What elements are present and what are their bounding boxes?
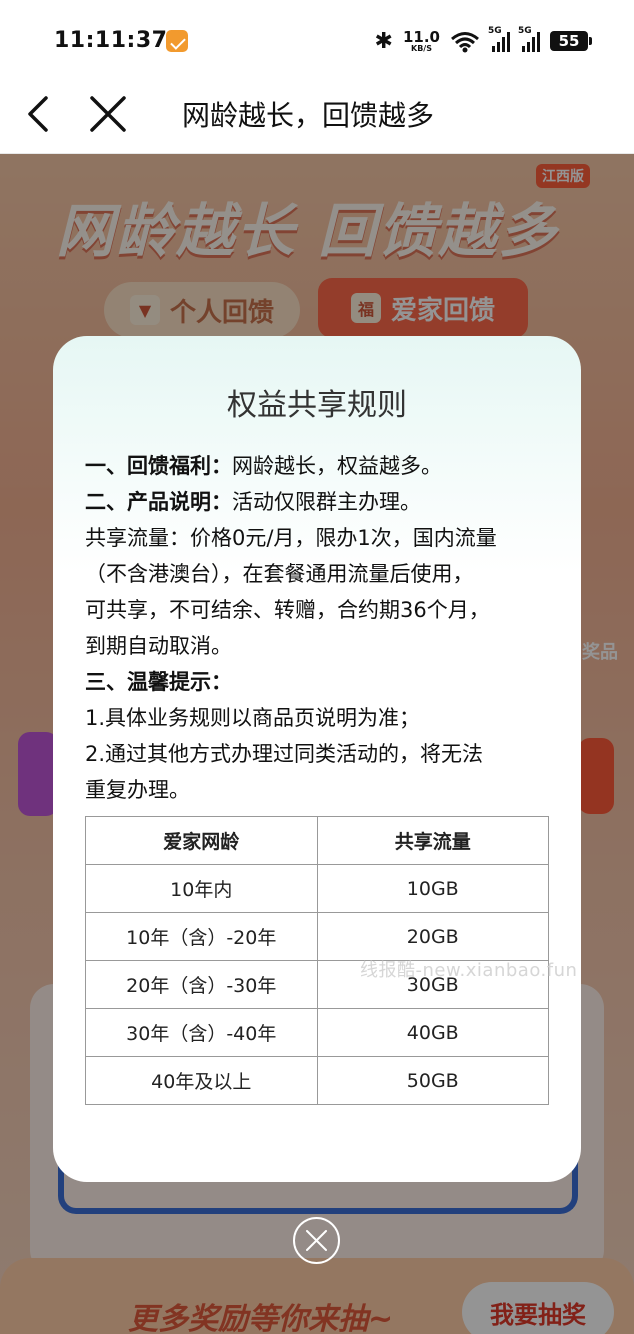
close-page-button[interactable] <box>86 92 130 136</box>
network-speed: 11.0 KB/S <box>402 27 440 53</box>
rule-desc-line: 共享流量：价格0元/月，限办1次，国内流量 <box>85 526 497 550</box>
bluetooth-icon: ✱ <box>374 28 393 54</box>
rules-modal: 权益共享规则 一、回馈福利：网龄越长，权益越多。 二、产品说明：活动仅限群主办理… <box>53 336 581 1182</box>
modal-close-button[interactable] <box>293 1217 340 1264</box>
table-header-data: 共享流量 <box>316 816 549 865</box>
table-header-age: 爱家网龄 <box>85 816 318 865</box>
rule-desc-line: 到期自动取消。 <box>85 634 232 658</box>
table-row: 10年内 10GB <box>85 864 549 913</box>
signal-icon-2: 5G <box>518 26 540 52</box>
table-row: 30年（含）-40年 40GB <box>85 1008 549 1057</box>
rule-tip: 1.具体业务规则以商品页说明为准； <box>85 706 421 730</box>
wifi-icon <box>450 31 480 53</box>
rule-desc-line: 可共享，不可结余、转赠，合约期36个月， <box>85 598 490 622</box>
close-icon <box>90 96 126 132</box>
rule-section-3: 三、温馨提示： <box>85 670 232 694</box>
close-icon <box>306 1230 327 1251</box>
rules-text: 一、回馈福利：网龄越长，权益越多。 二、产品说明：活动仅限群主办理。 共享流量：… <box>85 448 555 808</box>
status-bar: 11:11:37 ✱ 11.0 KB/S 5G 5G 55 <box>0 0 634 78</box>
back-button[interactable] <box>18 92 62 136</box>
rule-tip: 2.通过其他方式办理过同类活动的，将无法 <box>85 742 484 766</box>
nav-bar: 网龄越长，回馈越多 <box>0 78 634 154</box>
chevron-left-icon <box>28 96 48 132</box>
rule-desc-line: （不含港澳台），在套餐通用流量后使用， <box>85 562 474 586</box>
rule-tip: 重复办理。 <box>85 778 190 802</box>
signal-icon: 5G <box>488 26 510 52</box>
table-row: 40年及以上 50GB <box>85 1056 549 1105</box>
rule-section-2: 二、产品说明：活动仅限群主办理。 <box>85 490 421 514</box>
status-icons: ✱ 11.0 KB/S 5G 5G 55 <box>374 26 592 56</box>
app-notification-icon <box>166 30 188 52</box>
page-title: 网龄越长，回馈越多 <box>182 99 435 132</box>
rule-section-1: 一、回馈福利：网龄越长，权益越多。 <box>85 454 442 478</box>
watermark: 线报酷-new.xianbao.fun <box>360 960 578 981</box>
modal-title: 权益共享规则 <box>227 388 407 423</box>
table-row: 10年（含）-20年 20GB <box>85 912 549 961</box>
table-header-row: 爱家网龄 共享流量 <box>85 816 549 865</box>
battery-icon: 55 <box>550 31 592 51</box>
status-time: 11:11:37 <box>54 28 168 53</box>
